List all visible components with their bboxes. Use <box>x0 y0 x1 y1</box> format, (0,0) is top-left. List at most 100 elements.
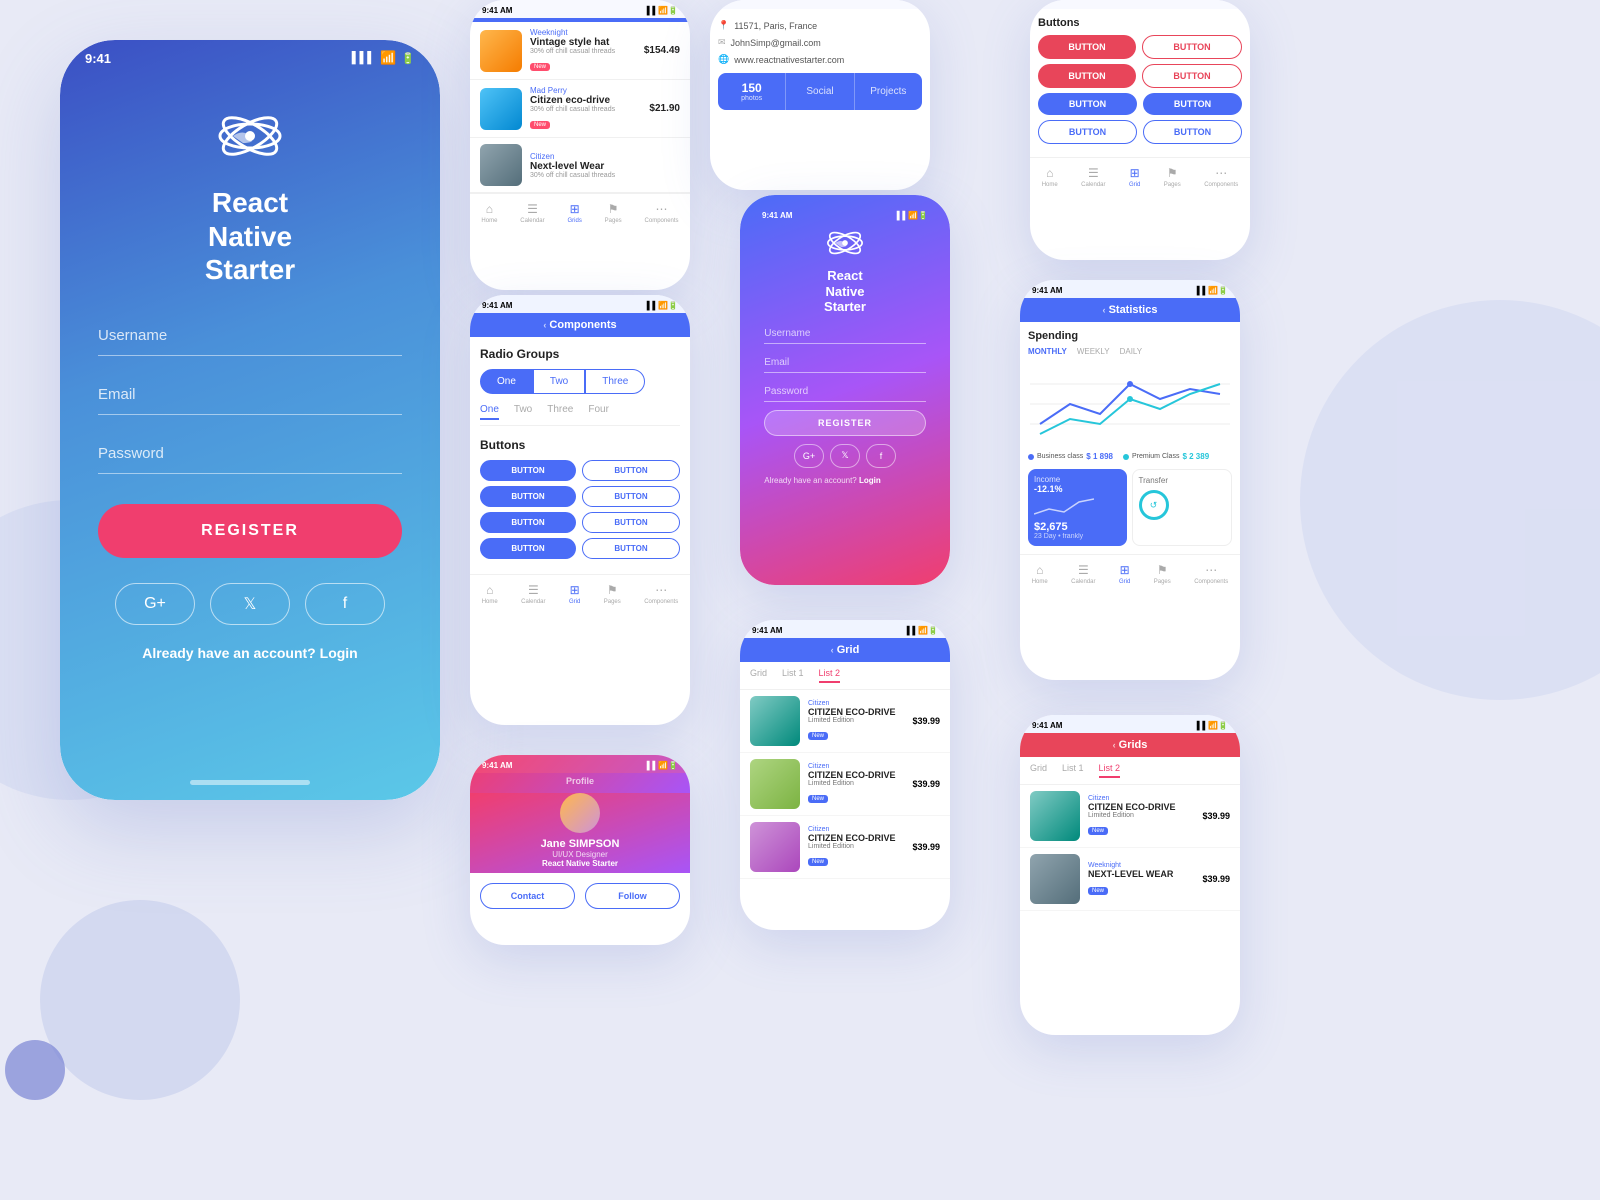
button-red-2[interactable]: BUTTON <box>1038 64 1136 88</box>
shop-item[interactable]: Mad Perry Citizen eco-drive 30% off chil… <box>470 80 690 138</box>
nav-calendar[interactable]: ☰Calendar <box>1081 166 1105 188</box>
nav-home[interactable]: ⌂Home <box>481 202 497 224</box>
tab-grid[interactable]: Grid <box>1030 763 1047 778</box>
product-info: Citizen CITIZEN ECO-DRIVE Limited Editio… <box>808 826 904 868</box>
comp-btn-4[interactable]: BUTTON <box>582 486 680 507</box>
password-input[interactable] <box>764 382 926 401</box>
username-input[interactable] <box>98 327 402 344</box>
email-input[interactable] <box>764 353 926 372</box>
email-field[interactable] <box>764 352 926 373</box>
nav-home[interactable]: ⌂Home <box>1042 166 1058 188</box>
comp-btn-3[interactable]: BUTTON <box>480 486 576 507</box>
grid-item[interactable]: Citizen CITIZEN ECO-DRIVE Limited Editio… <box>1020 785 1240 848</box>
comp-btn-1[interactable]: BUTTON <box>480 460 576 481</box>
product-image <box>750 696 800 746</box>
tab-list1[interactable]: List 1 <box>1062 763 1084 778</box>
button-red-1[interactable]: BUTTON <box>1038 35 1136 59</box>
radio-opt-two[interactable]: Two <box>514 404 532 420</box>
register-button[interactable]: REGISTER <box>764 410 926 436</box>
nav-pages[interactable]: ⚑Pages <box>604 583 621 605</box>
nav-pages[interactable]: ⚑Pages <box>1164 166 1181 188</box>
nav-calendar[interactable]: ☰Calendar <box>521 583 545 605</box>
radio-opt-one[interactable]: One <box>480 404 499 420</box>
nav-pages[interactable]: ⚑Pages <box>1154 563 1171 585</box>
nav-home[interactable]: ⌂Home <box>482 583 498 605</box>
google-login-button[interactable]: G+ <box>115 583 195 625</box>
nav-components[interactable]: ⋯Components <box>645 202 679 224</box>
twitter-login-button[interactable]: 𝕏 <box>210 583 290 625</box>
stat-social: Social <box>786 73 853 110</box>
tab-monthly[interactable]: MONTHLY <box>1028 347 1067 356</box>
legend-premium: Premium Class $ 2 389 <box>1123 452 1209 461</box>
google-button[interactable]: G+ <box>794 444 824 468</box>
radio-three[interactable]: Three <box>585 369 645 394</box>
website-text: www.reactnativestarter.com <box>734 55 844 65</box>
facebook-button[interactable]: f <box>866 444 896 468</box>
radio-group-1: One Two Three <box>480 369 680 394</box>
button-outline-red-1[interactable]: BUTTON <box>1142 35 1242 59</box>
shop-item[interactable]: Weeknight Vintage style hat 30% off chil… <box>470 22 690 80</box>
nav-grid[interactable]: ⊞Grids <box>567 202 581 224</box>
header-title: Components <box>549 319 616 331</box>
nav-components[interactable]: ⋯Components <box>1194 563 1228 585</box>
comp-btn-5[interactable]: BUTTON <box>480 512 576 533</box>
tab-list1[interactable]: List 1 <box>782 668 804 683</box>
username-field[interactable] <box>764 323 926 344</box>
button-blue-1[interactable]: BUTTON <box>1038 93 1137 115</box>
button-outline-blue-1[interactable]: BUTTON <box>1038 120 1137 144</box>
buttons-section: Buttons BUTTON BUTTON BUTTON BUTTON BUTT… <box>1030 9 1250 157</box>
tab-grid[interactable]: Grid <box>750 668 767 683</box>
button-row: BUTTON BUTTON <box>480 538 680 559</box>
comp-btn-6[interactable]: BUTTON <box>582 512 680 533</box>
button-row: BUTTON BUTTON <box>1038 64 1242 88</box>
shop-item[interactable]: Citizen Next-level Wear 30% off chill ca… <box>470 138 690 193</box>
password-input[interactable] <box>98 445 402 462</box>
nav-pages[interactable]: ⚑Pages <box>605 202 622 224</box>
tab-daily[interactable]: DAILY <box>1120 347 1143 356</box>
tab-weekly[interactable]: WEEKLY <box>1077 347 1110 356</box>
comp-btn-8[interactable]: BUTTON <box>582 538 680 559</box>
password-field[interactable] <box>98 435 402 474</box>
login-link[interactable]: Login <box>320 645 358 661</box>
nav-calendar[interactable]: ☰Calendar <box>520 202 544 224</box>
button-outline-red-2[interactable]: BUTTON <box>1142 64 1242 88</box>
radio-opt-four[interactable]: Four <box>588 404 609 420</box>
nav-components[interactable]: ⋯Components <box>1204 166 1238 188</box>
nav-grid[interactable]: ⊞Grid <box>1129 166 1140 188</box>
grid-phone: 9:41 AM ▌▌📶🔋 ‹ Grid Grid List 1 List 2 C… <box>740 620 950 930</box>
radio-opt-three[interactable]: Three <box>547 404 573 420</box>
register-button[interactable]: REGISTER <box>98 504 402 558</box>
radio-one[interactable]: One <box>480 369 533 394</box>
username-field[interactable] <box>98 317 402 356</box>
nav-components[interactable]: ⋯Components <box>644 583 678 605</box>
follow-button[interactable]: Follow <box>585 883 680 909</box>
nav-calendar[interactable]: ☰Calendar <box>1071 563 1095 585</box>
comp-btn-7[interactable]: BUTTON <box>480 538 576 559</box>
nav-grid[interactable]: ⊞Grid <box>569 583 580 605</box>
button-outline-blue-2[interactable]: BUTTON <box>1143 120 1242 144</box>
facebook-login-button[interactable]: f <box>305 583 385 625</box>
login-link[interactable]: Login <box>859 476 881 485</box>
email-field[interactable] <box>98 376 402 415</box>
username-input[interactable] <box>764 324 926 343</box>
product-image <box>750 822 800 872</box>
email-input[interactable] <box>98 386 402 403</box>
contact-button[interactable]: Contact <box>480 883 575 909</box>
tab-list2[interactable]: List 2 <box>1099 763 1121 778</box>
transfer-card: Transfer ↺ <box>1132 469 1233 546</box>
already-account: Already have an account? Login <box>764 476 926 485</box>
twitter-button[interactable]: 𝕏 <box>830 444 860 468</box>
password-field[interactable] <box>764 381 926 402</box>
radio-two[interactable]: Two <box>533 369 585 394</box>
nav-grid[interactable]: ⊞Grid <box>1119 563 1130 585</box>
grid-item[interactable]: Citizen CITIZEN ECO-DRIVE Limited Editio… <box>740 753 950 816</box>
tab-list2[interactable]: List 2 <box>819 668 841 683</box>
grid-item[interactable]: Citizen CITIZEN ECO-DRIVE Limited Editio… <box>740 816 950 879</box>
button-blue-2[interactable]: BUTTON <box>1143 93 1242 115</box>
stat-projects: Projects <box>855 73 922 110</box>
grid-item[interactable]: Citizen CITIZEN ECO-DRIVE Limited Editio… <box>740 690 950 753</box>
nav-home[interactable]: ⌂Home <box>1032 563 1048 585</box>
comp-btn-2[interactable]: BUTTON <box>582 460 680 481</box>
stat-photos: 150 photos <box>718 73 785 110</box>
grid-item[interactable]: Weeknight NEXT-LEVEL WEAR New $39.99 <box>1020 848 1240 911</box>
